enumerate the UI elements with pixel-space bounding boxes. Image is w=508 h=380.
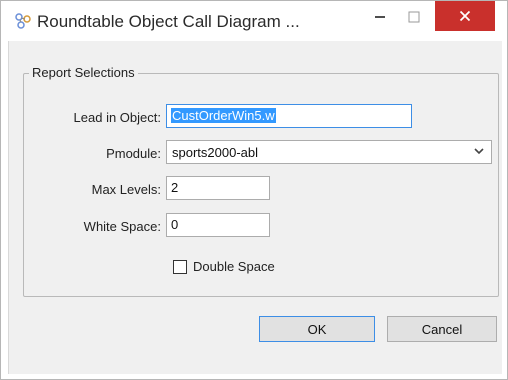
roundtable-icon: [15, 13, 31, 29]
pmodule-label: Pmodule:: [106, 146, 161, 161]
close-button[interactable]: [435, 1, 495, 31]
max-levels-label: Max Levels:: [91, 182, 161, 197]
group-legend: Report Selections: [29, 65, 138, 80]
white-space-label: White Space:: [83, 219, 161, 234]
double-space-checkbox[interactable]: [173, 260, 187, 274]
white-space-input[interactable]: 0: [166, 213, 270, 237]
close-icon: [459, 10, 471, 22]
cancel-button[interactable]: Cancel: [387, 316, 497, 342]
title-bar[interactable]: Roundtable Object Call Diagram ...: [1, 1, 507, 41]
lead-in-object-value: CustOrderWin5.w: [171, 108, 276, 123]
maximize-icon: [408, 11, 420, 23]
lead-in-object-label: Lead in Object:: [73, 110, 161, 125]
minimize-button[interactable]: [363, 1, 397, 33]
lead-in-object-field[interactable]: CustOrderWin5.w: [166, 104, 412, 128]
ok-button[interactable]: OK: [259, 316, 375, 342]
dialog-window: Roundtable Object Call Diagram ... Repor…: [0, 0, 508, 380]
pmodule-value: sports2000-abl: [172, 145, 258, 160]
pmodule-select[interactable]: sports2000-abl: [166, 140, 492, 164]
minimize-icon: [375, 16, 385, 18]
maximize-button[interactable]: [397, 1, 431, 33]
double-space-label[interactable]: Double Space: [193, 259, 275, 274]
chevron-down-icon: [474, 148, 484, 155]
window-title: Roundtable Object Call Diagram ...: [37, 12, 300, 31]
max-levels-input[interactable]: 2: [166, 176, 270, 200]
